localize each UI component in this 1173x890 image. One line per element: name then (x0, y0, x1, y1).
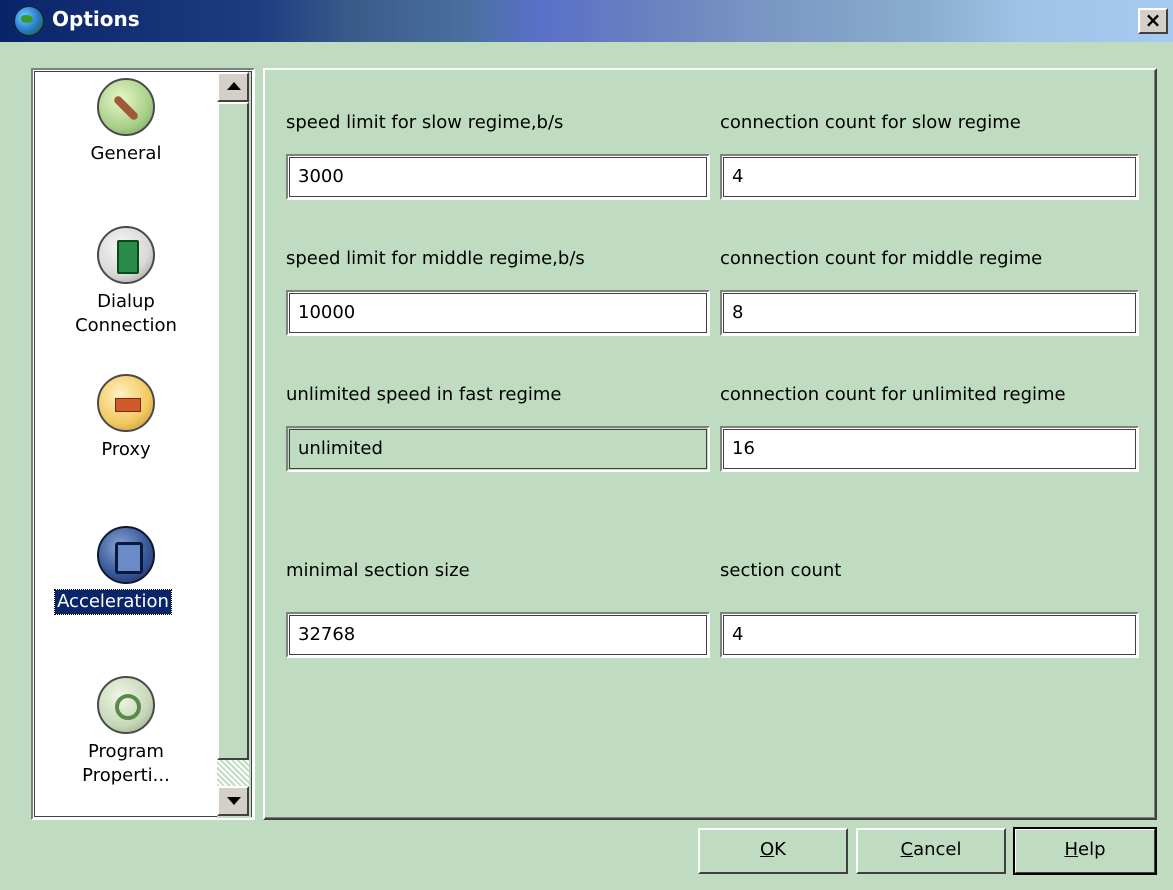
help-button[interactable]: Help (1013, 827, 1157, 875)
cancel-label: ancel (913, 839, 962, 860)
sidebar-item-proxy[interactable]: Proxy (36, 374, 216, 462)
arrow-down-icon (227, 797, 241, 805)
slow-count-label: connection count for slow regime (720, 112, 1021, 133)
help-label: elp (1078, 839, 1106, 860)
fast-speed-label: unlimited speed in fast regime (286, 384, 562, 405)
section-count-input[interactable]: 4 (720, 612, 1139, 658)
program-properties-icon (97, 676, 155, 734)
sidebar-item-program-properties[interactable]: Program Properti... (36, 676, 216, 788)
window-title: Options (52, 7, 140, 31)
sidebar-item-dialup-connection[interactable]: Dialup Connection (36, 226, 216, 338)
ok-button[interactable]: OK (698, 828, 848, 874)
middle-speed-label: speed limit for middle regime,b/s (286, 248, 585, 269)
acceleration-icon (97, 526, 155, 584)
scrollbar-thumb[interactable] (217, 102, 249, 760)
ok-mnemonic: O (760, 839, 775, 860)
sidebar-scrollbar[interactable] (217, 72, 251, 818)
arrow-up-icon (227, 82, 241, 90)
scroll-down-button[interactable] (217, 786, 249, 816)
sidebar-item-label: Proxy (101, 439, 151, 460)
cancel-button[interactable]: Cancel (856, 828, 1006, 874)
section-count-label: section count (720, 560, 842, 581)
ok-label: K (774, 839, 786, 860)
sidebar-item-general[interactable]: General (36, 78, 216, 166)
middle-count-label: connection count for middle regime (720, 248, 1043, 269)
globe-icon (14, 6, 44, 36)
fast-speed-input: unlimited (286, 426, 710, 472)
sidebar-item-label: Dialup (97, 291, 155, 312)
scroll-up-button[interactable] (217, 72, 249, 102)
sidebar-item-label: General (90, 143, 162, 164)
slow-count-input[interactable]: 4 (720, 154, 1139, 200)
sidebar-item-label: Program (88, 741, 164, 762)
middle-count-input[interactable]: 8 (720, 290, 1139, 336)
fast-count-label: connection count for unlimited regime (720, 384, 1066, 405)
middle-speed-input[interactable]: 10000 (286, 290, 710, 336)
phone-icon (97, 226, 155, 284)
slow-speed-input[interactable]: 3000 (286, 154, 710, 200)
scrollbar-track[interactable] (217, 760, 249, 786)
sidebar-item-label: Acceleration (54, 589, 172, 615)
firewall-icon (97, 374, 155, 432)
slow-speed-label: speed limit for slow regime,b/s (286, 112, 564, 133)
sidebar-item-label: Connection (75, 315, 177, 336)
wrench-icon (97, 78, 155, 136)
section-size-label: minimal section size (286, 560, 470, 581)
sidebar-item-label: Properti... (82, 765, 170, 786)
sidebar-item-acceleration[interactable]: Acceleration (36, 526, 216, 615)
section-size-input[interactable]: 32768 (286, 612, 710, 658)
cancel-mnemonic: C (900, 839, 914, 860)
close-button[interactable]: × (1138, 8, 1168, 34)
title-bar: Options × (0, 0, 1173, 42)
fast-count-input[interactable]: 16 (720, 426, 1139, 472)
help-mnemonic: H (1064, 839, 1079, 860)
